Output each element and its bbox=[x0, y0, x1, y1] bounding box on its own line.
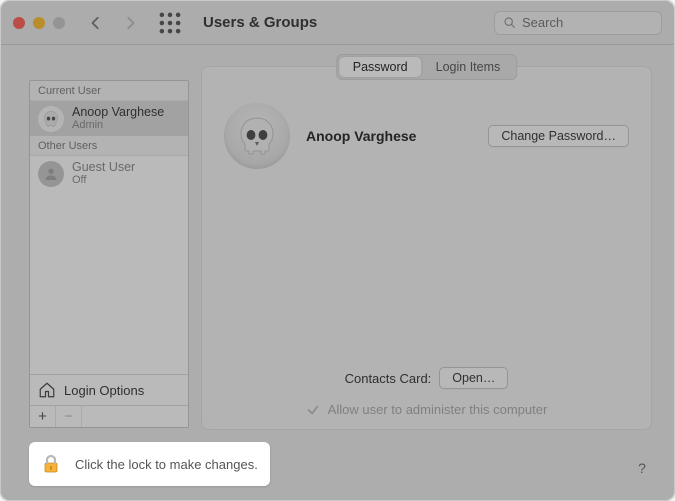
skull-icon bbox=[233, 112, 281, 160]
add-remove-bar: + − bbox=[30, 405, 188, 427]
open-contacts-button[interactable]: Open… bbox=[439, 367, 508, 389]
zoom-window-button[interactable] bbox=[53, 17, 65, 29]
contacts-row: Contacts Card: Open… bbox=[202, 367, 651, 389]
lock-bar[interactable]: Click the lock to make changes. bbox=[29, 442, 270, 486]
search-input[interactable] bbox=[522, 15, 653, 30]
current-user-header: Current User bbox=[30, 81, 188, 101]
preferences-window: Users & Groups Current User Anoop Varghe… bbox=[0, 0, 675, 501]
help-button[interactable]: ? bbox=[632, 458, 652, 478]
search-field[interactable] bbox=[494, 11, 662, 35]
user-sidebar: Current User Anoop Varghese Admin Other … bbox=[29, 80, 189, 428]
guest-user-status: Off bbox=[72, 174, 135, 187]
back-button[interactable] bbox=[83, 10, 109, 36]
sidebar-empty-area bbox=[30, 191, 188, 374]
toolbar: Users & Groups bbox=[1, 1, 674, 45]
user-full-name: Anoop Varghese bbox=[306, 128, 472, 144]
other-users-header: Other Users bbox=[30, 136, 188, 156]
guest-avatar-icon bbox=[38, 161, 64, 187]
tab-selector: Password Login Items bbox=[336, 54, 518, 80]
user-avatar-large[interactable] bbox=[224, 103, 290, 169]
add-user-button[interactable]: + bbox=[30, 406, 56, 427]
checkmark-icon bbox=[306, 403, 320, 417]
window-title: Users & Groups bbox=[203, 14, 317, 31]
sidebar-guest-user[interactable]: Guest User Off bbox=[30, 156, 188, 191]
grid-icon bbox=[157, 10, 183, 36]
sidebar-current-user[interactable]: Anoop Varghese Admin bbox=[30, 101, 188, 136]
skull-icon bbox=[41, 109, 61, 129]
admin-checkbox-label: Allow user to administer this computer bbox=[328, 402, 548, 417]
close-window-button[interactable] bbox=[13, 17, 25, 29]
login-options-button[interactable]: Login Options bbox=[30, 374, 188, 405]
search-icon bbox=[503, 16, 516, 29]
house-icon bbox=[38, 381, 56, 399]
user-avatar-icon bbox=[38, 106, 64, 132]
user-detail-block: Anoop Varghese Change Password… bbox=[224, 103, 629, 169]
lock-icon bbox=[37, 450, 65, 478]
tab-login-items[interactable]: Login Items bbox=[422, 57, 515, 77]
person-icon bbox=[43, 166, 59, 182]
chevron-right-icon bbox=[123, 16, 137, 30]
admin-checkbox-row: Allow user to administer this computer bbox=[202, 402, 651, 417]
current-user-role: Admin bbox=[72, 119, 164, 132]
forward-button[interactable] bbox=[117, 10, 143, 36]
remove-user-button[interactable]: − bbox=[56, 406, 82, 427]
show-all-button[interactable] bbox=[157, 10, 183, 36]
main-panel: Password Login Items Anoop Varghese Chan… bbox=[201, 66, 652, 430]
change-password-button[interactable]: Change Password… bbox=[488, 125, 629, 147]
current-user-name: Anoop Varghese bbox=[72, 105, 164, 119]
lock-message: Click the lock to make changes. bbox=[75, 457, 258, 472]
window-controls bbox=[13, 17, 65, 29]
minimize-window-button[interactable] bbox=[33, 17, 45, 29]
chevron-left-icon bbox=[89, 16, 103, 30]
guest-user-name: Guest User bbox=[72, 160, 135, 174]
contacts-label: Contacts Card: bbox=[345, 371, 432, 386]
tab-password[interactable]: Password bbox=[339, 57, 422, 77]
login-options-label: Login Options bbox=[64, 383, 144, 398]
